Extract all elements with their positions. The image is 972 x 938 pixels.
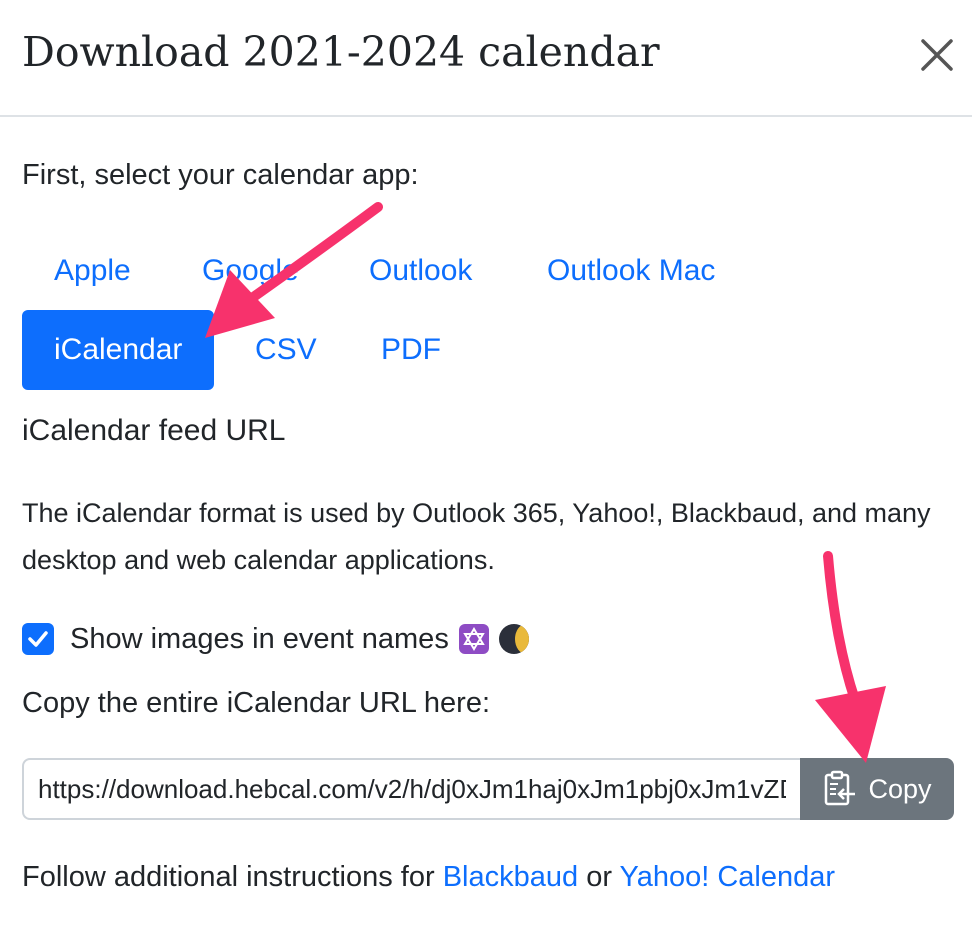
app-tab-csv[interactable]: CSV	[223, 321, 349, 379]
app-tab-outlook[interactable]: Outlook	[337, 242, 504, 300]
icalendar-url-input[interactable]	[22, 758, 800, 820]
app-tab-apple[interactable]: Apple	[22, 242, 163, 300]
modal-header: Download 2021-2024 calendar	[0, 0, 972, 117]
footer-middle: or	[578, 861, 620, 893]
copy-button[interactable]: Copy	[800, 758, 954, 820]
app-tab-google[interactable]: Google	[170, 242, 331, 300]
app-tab-icalendar[interactable]: iCalendar	[22, 310, 215, 390]
checkmark-icon	[28, 631, 48, 647]
format-description: The iCalendar format is used by Outlook …	[22, 498, 931, 575]
show-images-label: Show images in event names	[70, 623, 449, 655]
close-button[interactable]	[914, 32, 960, 78]
additional-instructions: Follow additional instructions for Black…	[22, 857, 835, 897]
select-app-prompt: First, select your calendar app:	[22, 159, 419, 191]
star-of-david-icon	[458, 624, 489, 654]
app-tab-outlook-mac[interactable]: Outlook Mac	[515, 242, 747, 300]
yahoo-calendar-link[interactable]: Yahoo! Calendar	[620, 861, 836, 893]
copy-url-label: Copy the entire iCalendar URL here:	[22, 687, 491, 719]
section-title: iCalendar feed URL	[22, 414, 286, 447]
show-images-checkbox[interactable]	[22, 623, 54, 655]
annotation-arrow-copy	[815, 551, 886, 763]
moon-icon	[498, 624, 529, 654]
footer-prefix: Follow additional instructions for	[22, 861, 443, 893]
modal-title: Download 2021-2024 calendar	[22, 28, 660, 76]
show-images-option[interactable]: Show images in event names	[22, 618, 529, 660]
close-icon	[921, 39, 953, 71]
clipboard-copy-icon	[825, 770, 856, 806]
copy-button-label: Copy	[868, 773, 932, 804]
blackbaud-link[interactable]: Blackbaud	[443, 861, 578, 893]
url-input-group: Copy	[22, 758, 954, 820]
app-tab-pdf[interactable]: PDF	[349, 321, 473, 379]
